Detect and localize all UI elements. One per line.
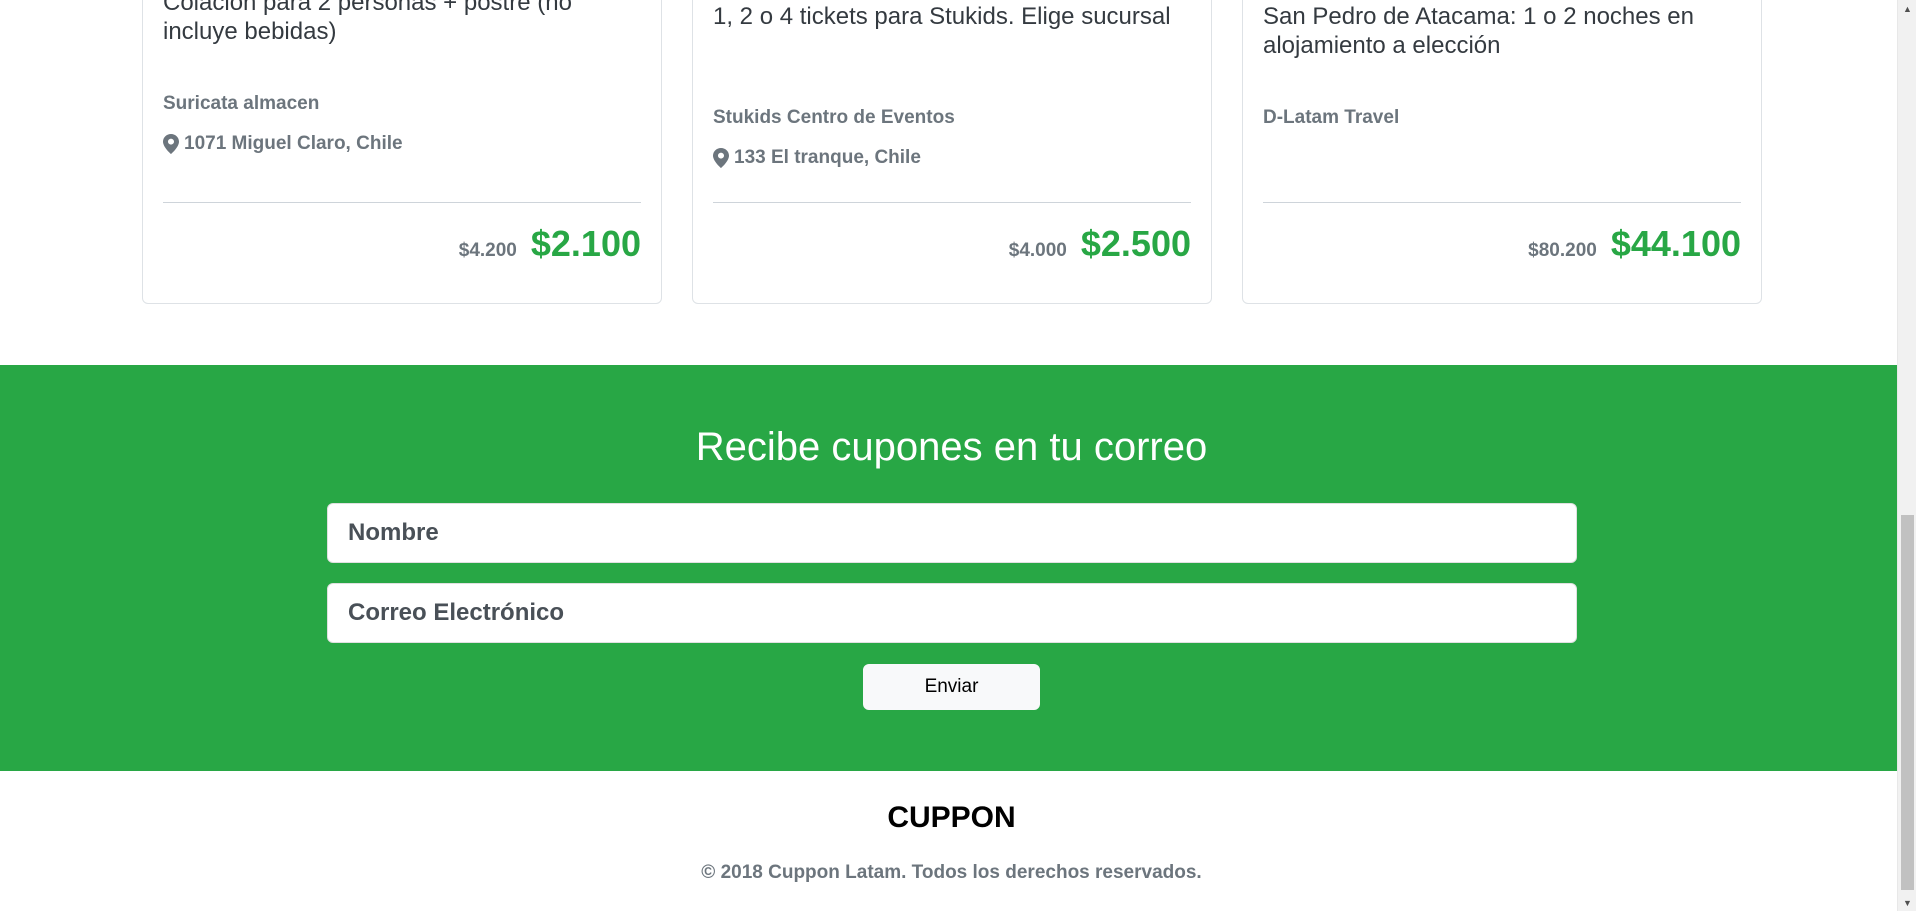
- scrollbar-thumb[interactable]: [1901, 515, 1914, 890]
- deal-location-text: 1071 Miguel Claro, Chile: [184, 133, 403, 154]
- discount-price: $2.100: [530, 223, 641, 264]
- footer: CUPPON © 2018 Cuppon Latam. Todos los de…: [0, 771, 1897, 911]
- deal-merchant: Stukids Centro de Eventos: [713, 107, 955, 128]
- original-price: $4.000: [1008, 240, 1067, 261]
- deal-title[interactable]: Colación para 2 personas + postre (no in…: [163, 0, 641, 46]
- deal-merchant: Suricata almacen: [163, 93, 320, 114]
- scroll-up-icon[interactable]: ▲: [1898, 0, 1916, 17]
- deal-card[interactable]: 1, 2 o 4 tickets para Stukids. Elige suc…: [692, 0, 1212, 304]
- map-pin-icon: [163, 134, 179, 154]
- copyright-text: © 2018 Cuppon Latam. Todos los derechos …: [701, 862, 1202, 883]
- deals-row: Colación para 2 personas + postre (no in…: [0, 0, 1897, 365]
- deal-card[interactable]: San Pedro de Atacama: 1 o 2 noches en al…: [1242, 0, 1762, 304]
- card-divider: [713, 202, 1191, 203]
- deal-prices: $4.200 $2.100: [459, 223, 641, 265]
- page: Colación para 2 personas + postre (no in…: [0, 0, 1916, 911]
- deal-title[interactable]: San Pedro de Atacama: 1 o 2 noches en al…: [1263, 2, 1741, 60]
- deal-prices: $4.000 $2.500: [1009, 223, 1191, 265]
- newsletter-title: Recibe cupones en tu correo: [695, 425, 1208, 469]
- card-divider: [1263, 202, 1741, 203]
- footer-brand[interactable]: CUPPON: [0, 801, 1903, 835]
- name-input[interactable]: [327, 503, 1577, 563]
- deal-location: 1071 Miguel Claro, Chile: [163, 133, 403, 155]
- deal-card[interactable]: Colación para 2 personas + postre (no in…: [142, 0, 662, 304]
- send-button[interactable]: Enviar: [863, 664, 1040, 710]
- deal-location-text: 133 El tranque, Chile: [734, 147, 921, 168]
- deal-location: 133 El tranque, Chile: [713, 147, 921, 169]
- newsletter-section: Recibe cupones en tu correo Enviar: [0, 365, 1897, 771]
- original-price: $4.200: [458, 240, 517, 261]
- deal-title[interactable]: 1, 2 o 4 tickets para Stukids. Elige suc…: [713, 2, 1191, 31]
- discount-price: $2.500: [1080, 223, 1191, 264]
- email-input[interactable]: [327, 583, 1577, 643]
- deal-merchant: D-Latam Travel: [1263, 107, 1400, 128]
- scroll-down-icon[interactable]: ▼: [1898, 894, 1916, 911]
- card-divider: [163, 202, 641, 203]
- deal-prices: $80.200 $44.100: [1528, 223, 1741, 265]
- map-pin-icon: [713, 148, 729, 168]
- page-scrollbar[interactable]: ▲ ▼: [1897, 0, 1916, 911]
- discount-price: $44.100: [1610, 223, 1741, 264]
- original-price: $80.200: [1528, 240, 1597, 261]
